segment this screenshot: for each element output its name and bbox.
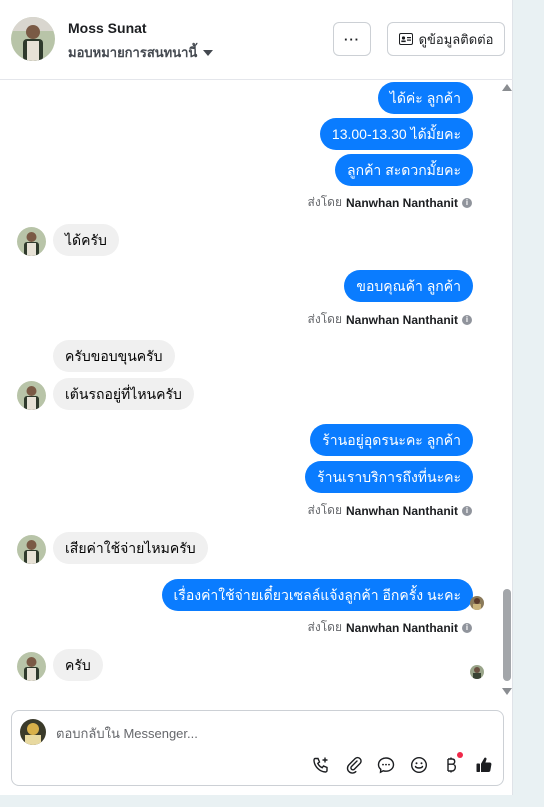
sent-by-prefix: ส่งโดย	[307, 620, 342, 634]
thumbs-up-icon[interactable]	[473, 754, 495, 776]
sent-by-agent: Nanwhan Nanthanit	[345, 312, 458, 327]
assign-label: มอบหมายการสนทนานี้	[68, 45, 198, 60]
seen-avatar-icon	[470, 665, 484, 679]
more-options-button[interactable]: ···	[333, 22, 371, 56]
contact-avatar-small	[17, 227, 46, 256]
contact-avatar-small	[17, 381, 46, 410]
sent-by-agent: Nanwhan Nanthanit	[345, 620, 458, 635]
emoji-icon[interactable]	[408, 754, 430, 776]
incoming-message[interactable]: เต้นรถอยู่ที่ไหนครับ	[53, 378, 194, 410]
reply-composer	[11, 710, 504, 786]
sent-by-prefix: ส่งโดย	[307, 312, 342, 326]
sent-by-prefix: ส่งโดย	[307, 503, 342, 517]
page-avatar	[20, 719, 46, 745]
info-icon[interactable]: i	[462, 622, 472, 633]
outgoing-message[interactable]: ลูกค้า สะดวกมั้ยคะ	[335, 154, 473, 186]
conversation-header: Moss Sunat มอบหมายการสนทนานี้ ··· ดูข้อม…	[0, 0, 513, 80]
sent-by-label: ส่งโดย Nanwhan Nanthanit i	[308, 310, 472, 329]
contact-avatar[interactable]	[11, 17, 55, 61]
info-icon[interactable]: i	[462, 505, 472, 516]
outgoing-message[interactable]: ร้านอยู่อุดรนะคะ ลูกค้า	[310, 424, 473, 456]
incoming-message[interactable]: ครับ	[53, 649, 103, 681]
caret-down-icon	[203, 49, 214, 56]
message-thread: ได้ค่ะ ลูกค้า 13.00-13.30 ได้มั้ยคะ ลูกค…	[0, 81, 513, 698]
assign-conversation-dropdown[interactable]: มอบหมายการสนทนานี้	[68, 42, 214, 63]
sent-by-agent: Nanwhan Nanthanit	[345, 195, 458, 210]
reply-input[interactable]	[56, 723, 476, 743]
seen-avatar-icon	[470, 596, 484, 610]
contact-name[interactable]: Moss Sunat	[68, 20, 147, 36]
info-icon[interactable]: i	[462, 314, 472, 325]
sent-by-prefix: ส่งโดย	[307, 195, 342, 209]
scroll-down-arrow[interactable]	[502, 688, 512, 695]
contact-avatar-small	[17, 535, 46, 564]
scroll-up-arrow[interactable]	[502, 84, 512, 91]
view-contact-label: ดูข้อมูลติดต่อ	[418, 31, 494, 47]
payment-baht-icon[interactable]	[440, 752, 463, 776]
sent-by-label: ส่งโดย Nanwhan Nanthanit i	[308, 501, 472, 520]
outgoing-message[interactable]: ได้ค่ะ ลูกค้า	[377, 82, 473, 114]
outgoing-message[interactable]: เรื่องค่าใช้จ่ายเดี๋ยวเซลล์แจ้งลูกค้า อี…	[161, 579, 473, 611]
incoming-message[interactable]: ได้ครับ	[53, 224, 119, 256]
outgoing-message[interactable]: ร้านเราบริการถึงที่นะคะ	[305, 461, 473, 493]
saved-reply-icon[interactable]	[375, 754, 397, 776]
incoming-message[interactable]: เสียค่าใช้จ่ายไหมครับ	[53, 532, 208, 564]
sent-by-label: ส่งโดย Nanwhan Nanthanit i	[308, 618, 472, 637]
call-add-icon[interactable]	[310, 754, 332, 776]
contact-card-icon	[398, 33, 413, 45]
outgoing-message[interactable]: 13.00-13.30 ได้มั้ยคะ	[319, 118, 473, 150]
sent-by-agent: Nanwhan Nanthanit	[345, 503, 458, 518]
incoming-message[interactable]: ครับขอบขุนครับ	[53, 340, 175, 372]
notification-dot	[457, 752, 463, 758]
view-contact-button[interactable]: ดูข้อมูลติดต่อ	[387, 22, 505, 56]
sent-by-label: ส่งโดย Nanwhan Nanthanit i	[308, 193, 472, 212]
outgoing-message[interactable]: ขอบคุณค้า ลูกค้า	[344, 270, 473, 302]
scrollbar-thumb[interactable]	[503, 589, 511, 681]
conversation-panel: Moss Sunat มอบหมายการสนทนานี้ ··· ดูข้อม…	[0, 0, 513, 795]
info-icon[interactable]: i	[462, 197, 472, 208]
contact-avatar-small	[17, 652, 46, 681]
attachment-icon[interactable]	[343, 754, 365, 776]
